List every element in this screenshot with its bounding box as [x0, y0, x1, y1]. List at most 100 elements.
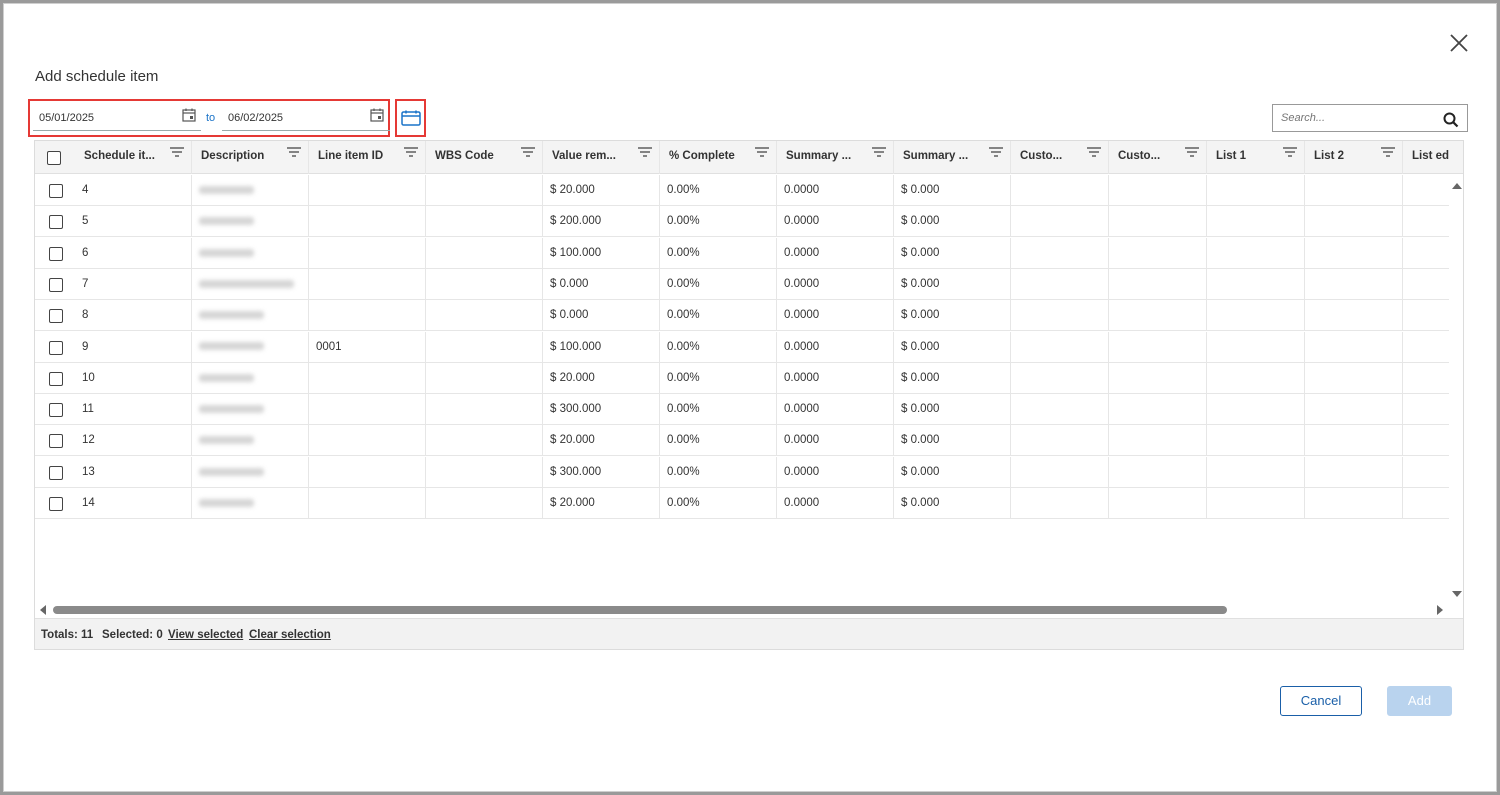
cell-description — [192, 456, 309, 488]
cell-summary-2: $ 0.000 — [894, 237, 1011, 269]
horizontal-scrollbar[interactable] — [35, 601, 1449, 617]
filter-icon[interactable] — [287, 147, 301, 159]
filter-icon[interactable] — [404, 147, 418, 159]
filter-icon[interactable] — [521, 147, 535, 159]
table-row[interactable]: 12 $ 20.000 0.00% 0.0000 $ 0.000 — [35, 425, 1449, 457]
add-button[interactable]: Add — [1387, 686, 1452, 716]
column-header-summary-2[interactable]: Summary ... — [894, 141, 1011, 174]
search-input[interactable] — [1281, 109, 1431, 127]
scroll-right-arrow-icon[interactable] — [1435, 604, 1445, 616]
filter-icon[interactable] — [1185, 147, 1199, 159]
end-date-input[interactable]: 06/02/2025 — [222, 105, 390, 131]
table-row[interactable]: 11 $ 300.000 0.00% 0.0000 $ 0.000 — [35, 394, 1449, 426]
calendar-icon[interactable] — [370, 108, 384, 122]
column-header-list-2[interactable]: List 2 — [1305, 141, 1403, 174]
row-checkbox[interactable] — [49, 277, 63, 292]
cell-list-1 — [1207, 175, 1305, 206]
filter-icon[interactable] — [1381, 147, 1395, 159]
filter-icon[interactable] — [638, 147, 652, 159]
table-row[interactable]: 6 $ 100.000 0.00% 0.0000 $ 0.000 — [35, 237, 1449, 269]
row-checkbox[interactable] — [49, 403, 63, 418]
row-checkbox[interactable] — [49, 340, 63, 355]
table-row[interactable]: 4 $ 20.000 0.00% 0.0000 $ 0.000 — [35, 175, 1449, 206]
column-header-list-ed[interactable]: List ed — [1403, 141, 1463, 174]
cell-description — [192, 237, 309, 269]
cell-list-1 — [1207, 268, 1305, 300]
cell-wbs-code — [426, 175, 543, 206]
filter-icon[interactable] — [989, 147, 1003, 159]
cell-description — [192, 362, 309, 394]
cell-custom-2 — [1109, 362, 1207, 394]
row-checkbox[interactable] — [49, 309, 63, 324]
row-checkbox[interactable] — [49, 371, 63, 386]
column-header-schedule-item[interactable]: Schedule it... — [75, 141, 192, 174]
cell-schedule-item: 4 — [75, 175, 192, 206]
column-header-description[interactable]: Description — [192, 141, 309, 174]
select-all-checkbox[interactable] — [47, 151, 61, 165]
row-checkbox[interactable] — [49, 497, 63, 511]
row-checkbox[interactable] — [49, 465, 63, 480]
filter-icon[interactable] — [755, 147, 769, 159]
column-header-summary-1[interactable]: Summary ... — [777, 141, 894, 174]
cell-list-ed — [1403, 332, 1463, 363]
column-header-label: Custo... — [1118, 150, 1161, 162]
cell-custom-1 — [1011, 488, 1109, 519]
cell-custom-2 — [1109, 268, 1207, 300]
column-header-label: Description — [201, 150, 265, 162]
cell-list-1 — [1207, 331, 1305, 363]
row-checkbox[interactable] — [49, 246, 63, 261]
date-range-button[interactable] — [395, 99, 426, 137]
table-row[interactable]: 8 $ 0.000 0.00% 0.0000 $ 0.000 — [35, 300, 1449, 332]
cell-summary-2: $ 0.000 — [894, 331, 1011, 363]
calendar-icon[interactable] — [182, 108, 196, 122]
column-header-wbs-code[interactable]: WBS Code — [426, 141, 543, 174]
cell-wbs-code — [426, 456, 543, 488]
table-row[interactable]: 9 0001 $ 100.000 0.00% 0.0000 $ 0.000 — [35, 331, 1449, 363]
column-header-line-item-id[interactable]: Line item ID — [309, 141, 426, 174]
row-checkbox[interactable] — [49, 215, 63, 230]
horizontal-scroll-thumb[interactable] — [53, 606, 1227, 614]
column-header-percent-complete[interactable]: % Complete — [660, 141, 777, 174]
cell-percent-complete: 0.00% — [660, 331, 777, 363]
filter-icon[interactable] — [872, 147, 886, 159]
search-box — [1272, 104, 1468, 132]
close-icon[interactable] — [1448, 32, 1470, 54]
cell-summary-1: 0.0000 — [777, 206, 894, 238]
cell-description — [192, 488, 309, 519]
end-date-value: 06/02/2025 — [228, 112, 284, 124]
filter-icon[interactable] — [170, 147, 184, 159]
start-date-input[interactable]: 05/01/2025 — [33, 105, 201, 131]
scroll-down-arrow-icon[interactable] — [1451, 589, 1463, 599]
column-header-list-1[interactable]: List 1 — [1207, 141, 1305, 174]
table-row[interactable]: 7 $ 0.000 0.00% 0.0000 $ 0.000 — [35, 268, 1449, 300]
table-row[interactable]: 14 $ 20.000 0.00% 0.0000 $ 0.000 — [35, 488, 1449, 519]
schedule-items-grid: Schedule it... Description Line item ID WBS… — [34, 140, 1464, 650]
cell-custom-2 — [1109, 237, 1207, 269]
column-header-custom-2[interactable]: Custo... — [1109, 141, 1207, 174]
cell-value-remaining: $ 300.000 — [543, 456, 660, 488]
table-row[interactable]: 10 $ 20.000 0.00% 0.0000 $ 0.000 — [35, 362, 1449, 394]
cell-percent-complete: 0.00% — [660, 456, 777, 488]
table-row[interactable]: 13 $ 300.000 0.00% 0.0000 $ 0.000 — [35, 456, 1449, 488]
view-selected-link[interactable]: View selected — [168, 629, 243, 641]
column-header-custom-1[interactable]: Custo... — [1011, 141, 1109, 174]
cell-list-2 — [1305, 237, 1403, 269]
cell-description — [192, 175, 309, 206]
cell-value-remaining: $ 100.000 — [543, 331, 660, 363]
filter-icon[interactable] — [1087, 147, 1101, 159]
column-header-value-remaining[interactable]: Value rem... — [543, 141, 660, 174]
search-icon[interactable] — [1443, 112, 1459, 128]
scroll-up-arrow-icon[interactable] — [1451, 181, 1463, 191]
table-row[interactable]: 5 $ 200.000 0.00% 0.0000 $ 0.000 — [35, 206, 1449, 238]
row-checkbox[interactable] — [49, 184, 63, 198]
row-checkbox[interactable] — [49, 434, 63, 449]
cell-value-remaining: $ 300.000 — [543, 394, 660, 426]
clear-selection-link[interactable]: Clear selection — [249, 629, 331, 641]
scroll-left-arrow-icon[interactable] — [38, 604, 48, 616]
date-range-icon — [401, 110, 421, 126]
cancel-button[interactable]: Cancel — [1280, 686, 1362, 716]
grid-header: Schedule it... Description Line item ID WBS… — [35, 141, 1463, 174]
start-date-value: 05/01/2025 — [39, 112, 95, 124]
cell-list-2 — [1305, 394, 1403, 426]
filter-icon[interactable] — [1283, 147, 1297, 159]
